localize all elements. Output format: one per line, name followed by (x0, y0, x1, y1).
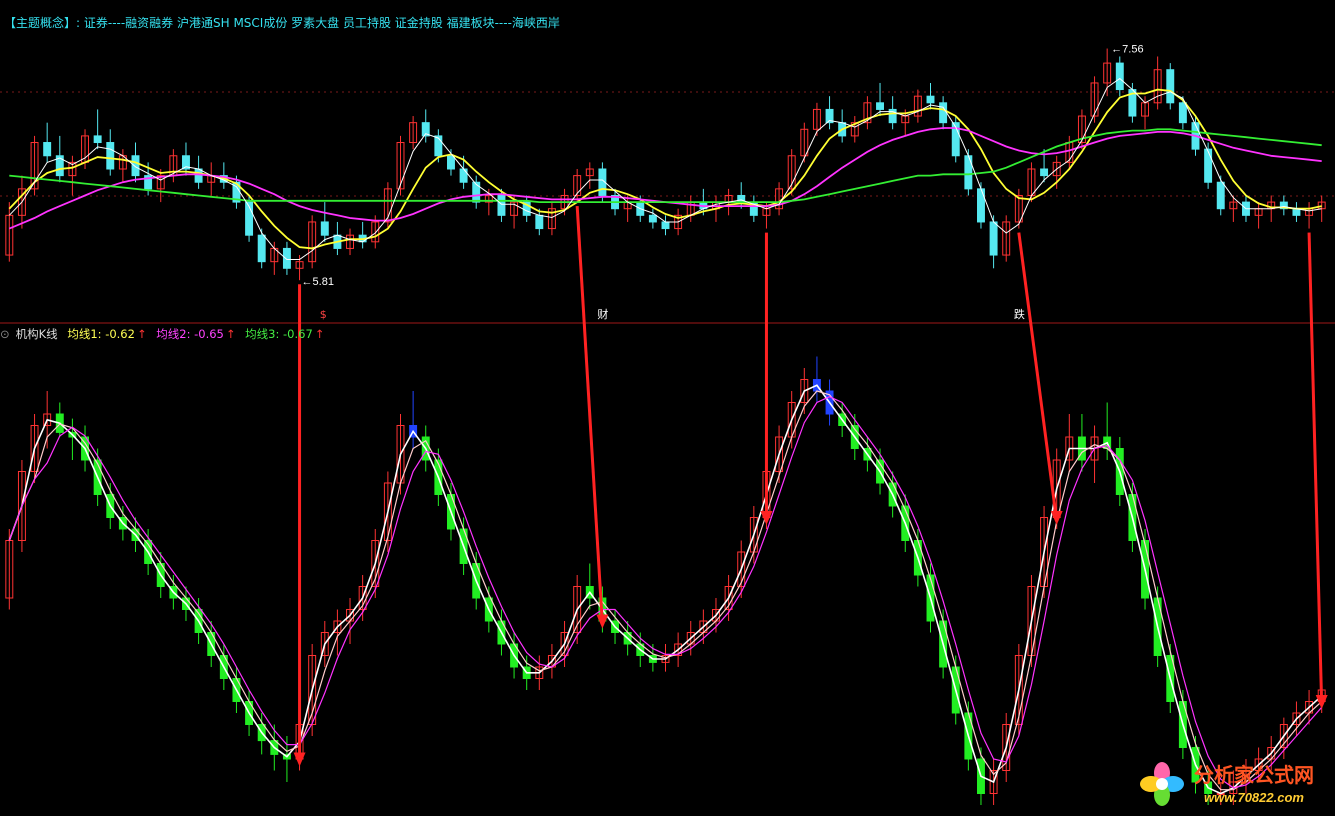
price-candle (1115, 62, 1124, 91)
indicator-ma-2 (8, 390, 1323, 791)
concept-info-text: 【主题概念】: 证券----融资融券 沪港通SH MSCI成份 罗素大盘 员工持… (4, 16, 560, 30)
price-candle (434, 135, 443, 157)
watermark-logo: 分析家公式网 www.70822.com (1136, 756, 1332, 812)
price-candle (447, 155, 455, 170)
price-candle (93, 135, 102, 144)
signal-arrow-1 (575, 206, 604, 625)
price-candle (1166, 69, 1175, 104)
price-candle (876, 102, 884, 110)
flower-logo-icon: 分析家公式网 www.70822.com (1140, 762, 1314, 806)
price-candle (106, 142, 115, 170)
min-price-label: ←5.81 (302, 276, 334, 288)
indicator-ma-1 (8, 384, 1323, 795)
event-marker-2: 跌 (1014, 307, 1025, 321)
price-candle (926, 95, 935, 104)
grid-lines (0, 91, 1335, 324)
ma2-up-icon: ↑ (225, 327, 236, 341)
price-candle (282, 247, 291, 269)
indicator-name: 机构K线 (15, 327, 58, 341)
price-candle (1040, 168, 1049, 177)
max-price-label: ←7.56 (1111, 44, 1143, 56)
signal-arrow-head-4 (1315, 695, 1328, 709)
signal-arrow-4 (1307, 232, 1324, 706)
chart-labels: ←5.81 ←7.56 $ 财 跌 (302, 44, 1144, 321)
signal-arrow-head-3 (1050, 511, 1063, 525)
indicator-header: ⊙ 机构K线 均线1: -0.62 ↑ 均线2: -0.65 ↑ 均线3: -0.67… (0, 326, 330, 342)
price-candle (257, 234, 266, 263)
ma1-up-icon: ↑ (136, 327, 147, 341)
price-candle (648, 214, 657, 223)
event-marker-1: 财 (597, 307, 608, 321)
ma3-label: 均线3: -0.67 (245, 327, 313, 341)
price-candle (131, 155, 140, 177)
price-candle (1292, 208, 1301, 216)
ma2-label: 均线2: -0.65 (156, 327, 224, 341)
price-candle (472, 181, 481, 203)
price-candle (661, 221, 670, 230)
price-candle (497, 194, 506, 216)
price-candle (43, 142, 52, 157)
event-marker-0: $ (320, 308, 327, 321)
indicator-moving-averages (8, 384, 1323, 795)
stock-chart[interactable]: ←5.81 ←7.56 $ 财 跌 (0, 0, 1335, 815)
watermark-title: 分析家公式网 (1194, 763, 1314, 787)
price-candle (535, 214, 544, 230)
price-candle (1216, 181, 1225, 210)
price-candle (989, 221, 998, 256)
price-candle (320, 221, 329, 236)
collapse-icon[interactable]: ⊙ (0, 327, 10, 341)
price-candle (1204, 148, 1213, 183)
ma-line-green (9, 128, 1322, 203)
watermark-url: www.70822.com (1204, 790, 1304, 805)
price-candle (459, 168, 468, 183)
price-candle (1178, 102, 1187, 124)
price-candle (939, 102, 948, 124)
signal-arrow-3 (1017, 232, 1059, 522)
ma3-up-icon: ↑ (314, 327, 325, 341)
ma1-label: 均线1: -0.62 (67, 327, 135, 341)
indicator-candles (5, 356, 1326, 805)
signal-arrow-head-0 (293, 752, 306, 767)
indicator-ma-3 (8, 396, 1323, 789)
price-candle (194, 168, 203, 183)
signal-arrow-head-1 (596, 614, 609, 629)
price-candles (5, 48, 1326, 281)
